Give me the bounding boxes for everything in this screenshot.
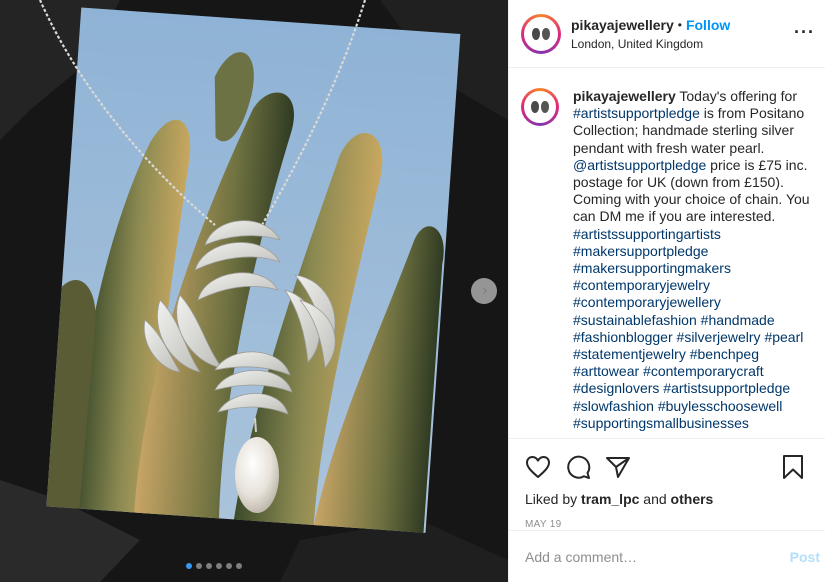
carousel-next-button[interactable]: ›: [471, 278, 497, 304]
caption-text: pikayajewellery Today's offering for #art…: [573, 88, 813, 438]
caption-avatar[interactable]: [521, 88, 559, 126]
hashtag-link[interactable]: #artistsupportpledge: [573, 105, 700, 121]
caption-line: #slowfashion #buylesschoosewell: [573, 398, 813, 415]
liked-by-user-link[interactable]: tram_lpc: [581, 491, 639, 507]
caption-line: #statementjewelry #benchpeg: [573, 346, 813, 363]
caption-text-run: price is £75 inc.: [706, 156, 808, 173]
carousel-dot: [196, 563, 202, 569]
hashtag-link[interactable]: #pearl: [764, 329, 803, 345]
share-icon[interactable]: [605, 455, 631, 479]
caption-line: can DM me if you are interested.: [573, 208, 813, 225]
hashtag-link[interactable]: #contemporarycraft: [643, 363, 764, 379]
caption-line: #contemporaryjewellery: [573, 294, 813, 311]
actions-section: Liked by tram_lpc and others MAY 19: [509, 438, 825, 530]
post-header: pikayajewellery • Follow London, United …: [509, 0, 825, 68]
caption-username-link[interactable]: pikayajewellery: [573, 88, 676, 104]
caption-line: Coming with your choice of chain. You: [573, 191, 813, 208]
carousel-dot: [216, 563, 222, 569]
likes-summary: Liked by tram_lpc and others: [525, 491, 714, 507]
username-link[interactable]: pikayajewellery: [571, 17, 674, 33]
hashtag-link[interactable]: #arttowear: [573, 363, 639, 379]
caption-section: pikayajewellery Today's offering for #art…: [509, 68, 825, 438]
post-date[interactable]: MAY 19: [525, 519, 810, 530]
caption-line: #makersupportingmakers: [573, 260, 813, 277]
comment-icon[interactable]: [565, 454, 591, 480]
caption-line: #contemporaryjewelry: [573, 277, 813, 294]
carousel-dot: [226, 563, 232, 569]
hashtag-link[interactable]: #contemporaryjewellery: [573, 294, 721, 310]
caption-line: #sustainablefashion #handmade: [573, 312, 813, 329]
follow-button[interactable]: Follow: [686, 17, 730, 33]
hashtag-link[interactable]: #fashionblogger: [573, 329, 673, 345]
caption-line: #artistssupportingartists: [573, 226, 813, 243]
post-side-panel: pikayajewellery • Follow London, United …: [508, 0, 825, 582]
caption-text-run: is from Positano: [699, 105, 805, 122]
heart-icon[interactable]: [525, 455, 551, 479]
hashtag-link[interactable]: #contemporaryjewelry: [573, 277, 710, 293]
caption-text-run: pendant with fresh water pearl.: [573, 139, 765, 156]
more-options-icon[interactable]: ···: [794, 22, 815, 43]
hashtag-link[interactable]: #statementjewelry: [573, 346, 686, 362]
carousel-dot: [236, 563, 242, 569]
hashtag-link[interactable]: #artistssupportingartists: [573, 226, 721, 242]
avatar[interactable]: [521, 13, 561, 54]
caption-line: #artistsupportpledge is from Positano: [573, 105, 813, 122]
separator-dot: •: [677, 17, 682, 32]
hashtag-link[interactable]: #buylesschoosewell: [658, 398, 783, 414]
likes-others-link[interactable]: others: [671, 491, 714, 507]
caption-text-run: can DM me if you are interested.: [573, 208, 776, 225]
location-link[interactable]: London, United Kingdom: [571, 37, 730, 51]
hashtag-link[interactable]: #silverjewelry: [677, 329, 761, 345]
caption-text-run: Today's offering for: [679, 88, 797, 104]
caption-line: #designlovers #artistsupportpledge: [573, 380, 813, 397]
caption-text-run: Coming with your choice of chain. You: [573, 191, 810, 208]
chevron-right-icon: ›: [482, 283, 488, 299]
hashtag-link[interactable]: #slowfashion: [573, 398, 654, 414]
caption-line: #supportingsmallbusinesses: [573, 415, 813, 432]
caption-text-run: Collection; handmade sterling silver: [573, 122, 794, 139]
hashtag-link[interactable]: #artistsupportpledge: [663, 380, 790, 396]
caption-line: pendant with fresh water pearl.: [573, 140, 813, 157]
caption-line: postage for UK (down from £150).: [573, 174, 813, 191]
caption-line: pikayajewellery Today's offering for: [573, 88, 813, 105]
carousel-dot: [186, 563, 192, 569]
post-media[interactable]: ›: [0, 0, 508, 582]
carousel-indicator: [186, 563, 242, 569]
caption-line: #makersupportpledge: [573, 243, 813, 260]
comment-input[interactable]: [525, 548, 790, 565]
hashtag-link[interactable]: #makersupportingmakers: [573, 260, 731, 276]
caption-text-run: postage for UK (down from £150).: [573, 174, 784, 191]
carousel-dot: [206, 563, 212, 569]
hashtag-link[interactable]: #sustainablefashion: [573, 312, 697, 328]
caption-line: #arttowear #contemporarycraft: [573, 363, 813, 380]
mention-link[interactable]: @artistsupportpledge: [573, 157, 706, 173]
caption-line: #fashionblogger #silverjewelry #pearl: [573, 329, 813, 346]
comment-bar: Post: [509, 530, 825, 582]
hashtag-link[interactable]: #designlovers: [573, 380, 659, 396]
hashtag-link[interactable]: #handmade: [701, 312, 775, 328]
hashtag-link[interactable]: #makersupportpledge: [573, 243, 708, 259]
post-comment-button[interactable]: Post: [790, 549, 820, 565]
hashtag-link[interactable]: #supportingsmallbusinesses: [573, 415, 749, 431]
hashtag-link[interactable]: #benchpeg: [690, 346, 759, 362]
post-photo: [0, 0, 508, 582]
bookmark-icon[interactable]: [782, 454, 804, 480]
caption-line: @artistsupportpledge price is £75 inc.: [573, 157, 813, 174]
caption-line: Collection; handmade sterling silver: [573, 122, 813, 139]
